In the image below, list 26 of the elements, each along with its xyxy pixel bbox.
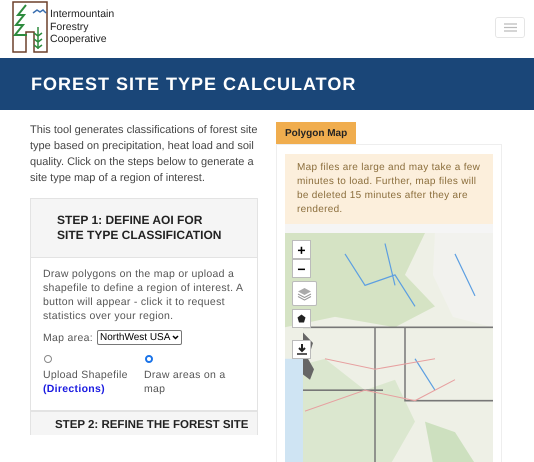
polygon-map-tab[interactable]: Polygon Map bbox=[276, 122, 356, 144]
download-icon bbox=[296, 344, 306, 355]
map[interactable]: + − bbox=[285, 224, 493, 462]
zoom-out-button[interactable]: − bbox=[292, 259, 311, 278]
step-description: Draw polygons on the map or upload a shapefile to define a region of interest. A button will appear - click it to request statistics over your region. bbox=[43, 267, 244, 323]
logo-text: Intermountain Forestry Cooperative bbox=[50, 8, 114, 46]
radio-label: Upload Shapefile bbox=[43, 368, 129, 382]
step-header[interactable]: STEP 2: REFINE THE FOREST SITE bbox=[31, 412, 257, 435]
map-area-label: Map area: bbox=[43, 330, 93, 344]
layers-icon bbox=[297, 286, 312, 300]
polygon-icon bbox=[297, 314, 306, 323]
directions-link[interactable]: (Directions) bbox=[43, 382, 105, 396]
menu-icon bbox=[504, 22, 516, 32]
step-header[interactable]: STEP 1: DEFINE AOI FOR SITE TYPE CLASSIFICATION bbox=[31, 199, 257, 258]
radio-label: Draw areas on a map bbox=[144, 368, 227, 396]
radio-button[interactable] bbox=[44, 355, 52, 363]
notice-text: Map files are large and may take a few minutes to load. Further, map files will be deleted 15 minutes after they are rendered. bbox=[285, 154, 493, 224]
logo-icon bbox=[12, 1, 48, 53]
map-area-select[interactable]: NorthWest USA bbox=[96, 330, 182, 345]
draw-polygon-button[interactable] bbox=[292, 309, 311, 328]
chevron-down-icon bbox=[172, 335, 180, 340]
zoom-in-button[interactable]: + bbox=[292, 240, 311, 259]
radio-button[interactable] bbox=[145, 355, 153, 363]
intro-text: This tool generates classifications of forest site type based on precipitation, heat load and soil quality. Click on the steps below to generate a site type map of a region of interest. bbox=[30, 123, 258, 186]
download-button[interactable] bbox=[292, 340, 311, 359]
title-banner: FOREST SITE TYPE CALCULATOR bbox=[0, 58, 534, 110]
